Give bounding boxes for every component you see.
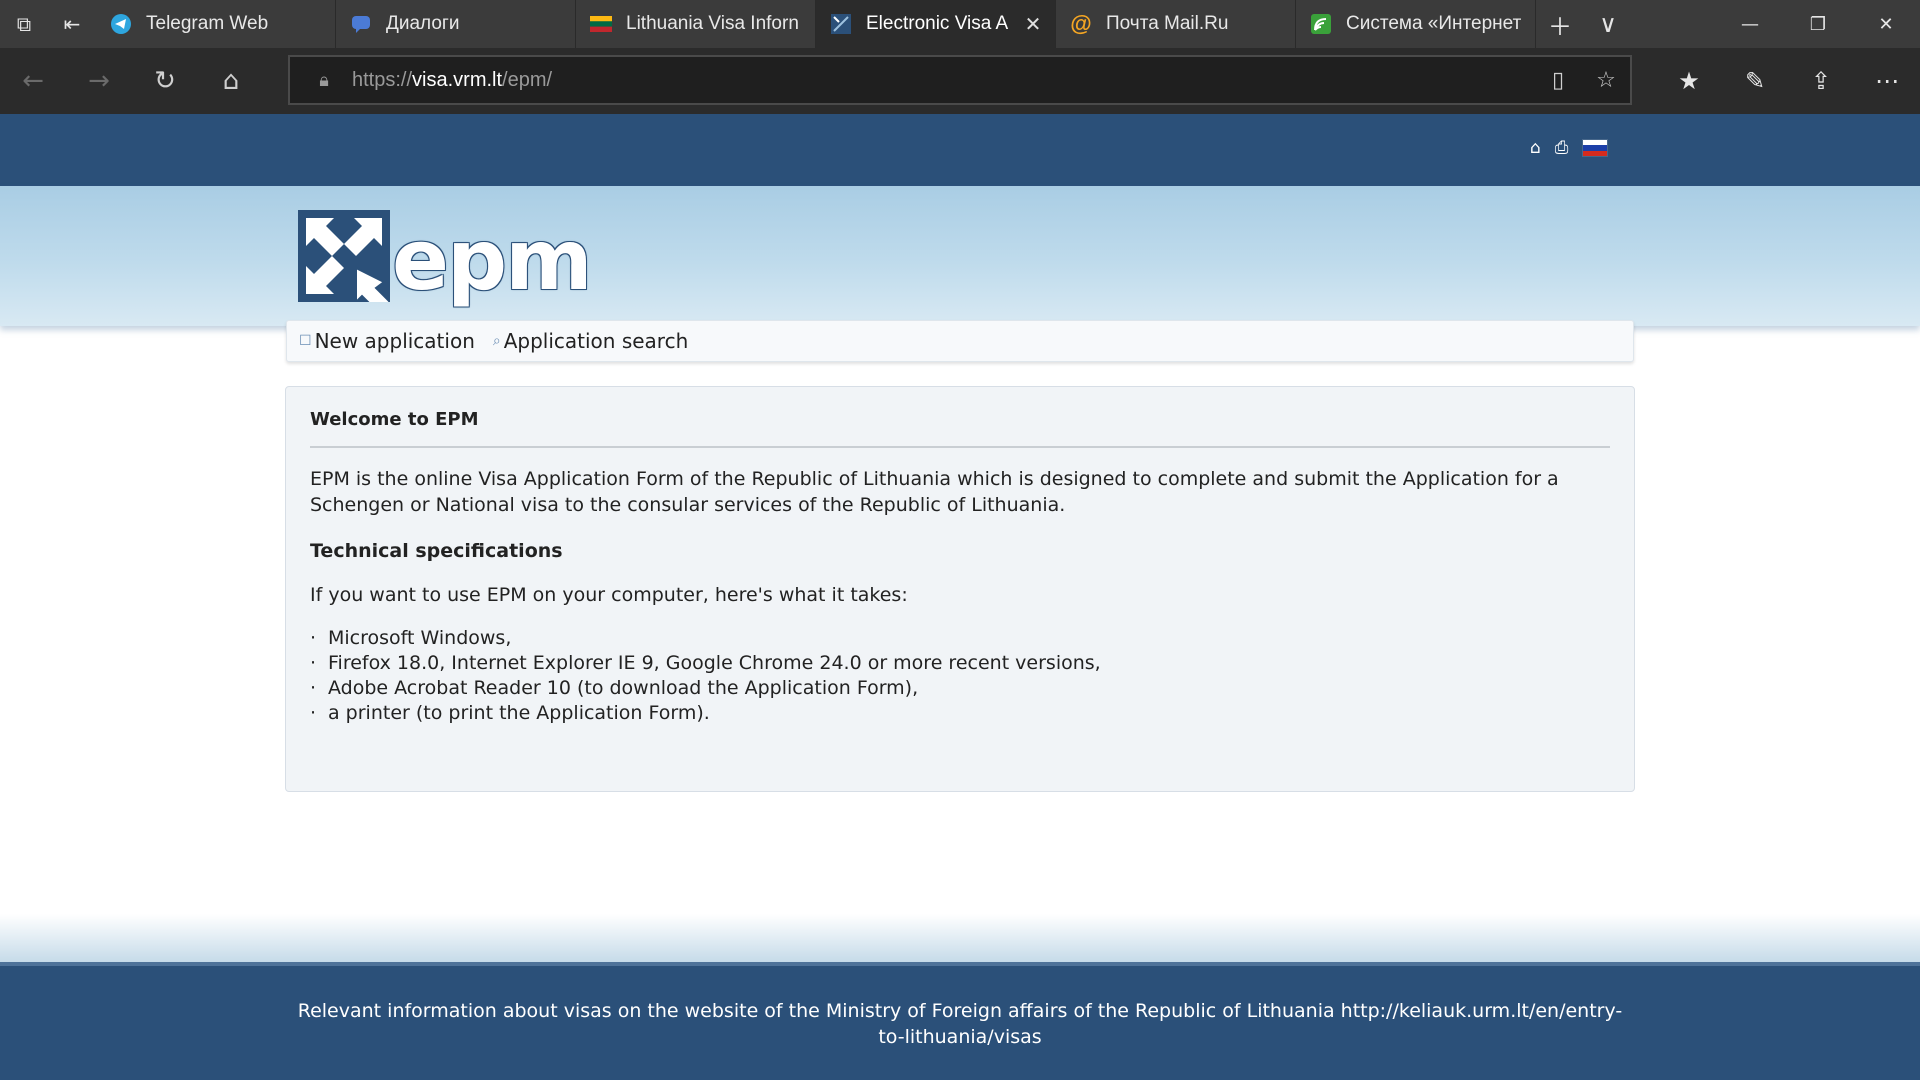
back-icon[interactable]: ← (0, 48, 66, 114)
new-application-icon: ☐ (299, 333, 312, 349)
new-tab-icon[interactable]: ＋ (1536, 0, 1584, 48)
tab-dialogs[interactable]: Диалоги (336, 0, 576, 48)
tab-internet-system[interactable]: Система «Интернет (1296, 0, 1536, 48)
epm-logo[interactable]: epm (298, 210, 593, 309)
telegram-icon (110, 13, 132, 35)
forward-icon[interactable]: → (66, 48, 132, 114)
refresh-icon[interactable]: ↻ (132, 48, 198, 114)
mail-ru-icon: @ (1070, 11, 1092, 36)
close-window-icon[interactable]: ✕ (1852, 0, 1920, 48)
new-application-link[interactable]: ☐ New application (299, 329, 475, 353)
tab-title: Telegram Web (146, 13, 269, 34)
restore-icon[interactable]: ❐ (1784, 0, 1852, 48)
site-menu-bar: ☐ New application ⌕ Application search (286, 320, 1634, 362)
epm-logo-arrows-icon (298, 210, 390, 302)
list-item: · a printer (to print the Application For… (310, 702, 710, 724)
tab-mail-ru[interactable]: @ Почта Mail.Ru (1056, 0, 1296, 48)
lock-icon: 🔒︎ (319, 69, 329, 91)
url-path: /epm/ (502, 68, 553, 91)
new-application-label: New application (314, 329, 475, 353)
system-icon (1310, 13, 1332, 35)
navigation-bar: ← → ↻ ⌂ 🔒︎ https://visa.vrm.lt/epm/ ▯ ☆ … (0, 48, 1920, 114)
tab-preview-chevron-icon[interactable]: ∨ (1584, 0, 1632, 48)
requirement-text: Microsoft Windows, (328, 627, 512, 649)
site-banner (0, 186, 1920, 326)
print-icon[interactable]: ⎙ (1555, 138, 1569, 158)
tab-title: Lithuania Visa Inforn (626, 13, 799, 34)
home-icon[interactable]: ⌂ (198, 48, 264, 114)
search-icon: ⌕ (492, 333, 501, 349)
web-page: ⌂ ⎙ epm ☐ New application ⌕ Application … (0, 114, 1920, 1080)
favorites-list-icon[interactable]: ★ (1656, 48, 1722, 114)
list-item: · Adobe Acrobat Reader 10 (to download th… (310, 677, 919, 699)
intro-text: EPM is the online Visa Application Form … (310, 468, 1559, 516)
epm-icon (830, 13, 852, 35)
tech-spec-heading: Technical specifications (310, 540, 563, 562)
tab-manager-icon[interactable]: ⧉ (0, 0, 48, 48)
url-text[interactable]: https://visa.vrm.lt/epm/ (344, 69, 1534, 92)
requirement-text: a printer (to print the Application Form… (328, 702, 710, 724)
logo-text: epm (392, 211, 593, 309)
tab-title: Система «Интернет (1346, 13, 1522, 34)
list-item: · Firefox 18.0, Internet Explorer IE 9, G… (310, 652, 1101, 674)
tab-title: Почта Mail.Ru (1106, 13, 1229, 34)
site-top-strip: ⌂ ⎙ (0, 114, 1920, 186)
flag-stripe-red (1583, 150, 1608, 156)
russian-language-flag-icon[interactable] (1582, 139, 1609, 157)
application-search-link[interactable]: ⌕ Application search (493, 329, 688, 353)
tab-electronic-visa[interactable]: Electronic Visa A ✕ (816, 0, 1056, 48)
chat-icon (350, 13, 372, 35)
address-bar[interactable]: 🔒︎ https://visa.vrm.lt/epm/ ▯ ☆ (288, 55, 1632, 105)
footer-gradient (0, 914, 1920, 962)
application-search-label: Application search (503, 329, 689, 353)
close-tab-icon[interactable]: ✕ (1023, 12, 1043, 37)
lithuania-flag-icon (590, 13, 612, 35)
minimize-icon[interactable]: — (1716, 0, 1784, 48)
tab-title: Диалоги (386, 13, 460, 34)
panel-title: Welcome to EPM (310, 387, 1610, 448)
pen-icon[interactable]: ✎ (1722, 48, 1788, 114)
site-footer: Relevant information about visas on the … (0, 962, 1920, 1080)
site-home-icon[interactable]: ⌂ (1530, 138, 1541, 158)
set-aside-tabs-icon[interactable]: ⇤ (48, 0, 96, 48)
tab-bar: ⧉ ⇤ Telegram Web Диалоги Lithuania Visa … (0, 0, 1920, 48)
requirement-text: Adobe Acrobat Reader 10 (to download the… (328, 677, 919, 699)
favorite-star-icon[interactable]: ☆ (1582, 68, 1630, 93)
list-item: · Microsoft Windows, (310, 627, 512, 649)
url-scheme: https:// (352, 68, 413, 91)
reading-view-icon[interactable]: ▯ (1534, 68, 1582, 93)
requirements-intro: If you want to use EPM on your computer,… (310, 584, 908, 606)
more-menu-icon[interactable]: ⋯ (1854, 48, 1920, 114)
tab-title: Electronic Visa A (866, 13, 1009, 34)
requirement-text: Firefox 18.0, Internet Explorer IE 9, Go… (328, 652, 1101, 674)
footer-text: Relevant information about visas on the … (297, 1000, 1623, 1048)
tab-telegram[interactable]: Telegram Web (96, 0, 336, 48)
requirements-list: · Microsoft Windows, · Firefox 18.0, Inter… (310, 626, 1610, 726)
tab-lithuania-visa-info[interactable]: Lithuania Visa Inforn (576, 0, 816, 48)
welcome-panel: Welcome to EPM EPM is the online Visa Ap… (285, 386, 1635, 792)
url-host: visa.vrm.lt (412, 68, 503, 91)
share-icon[interactable]: ⇪ (1788, 48, 1854, 114)
